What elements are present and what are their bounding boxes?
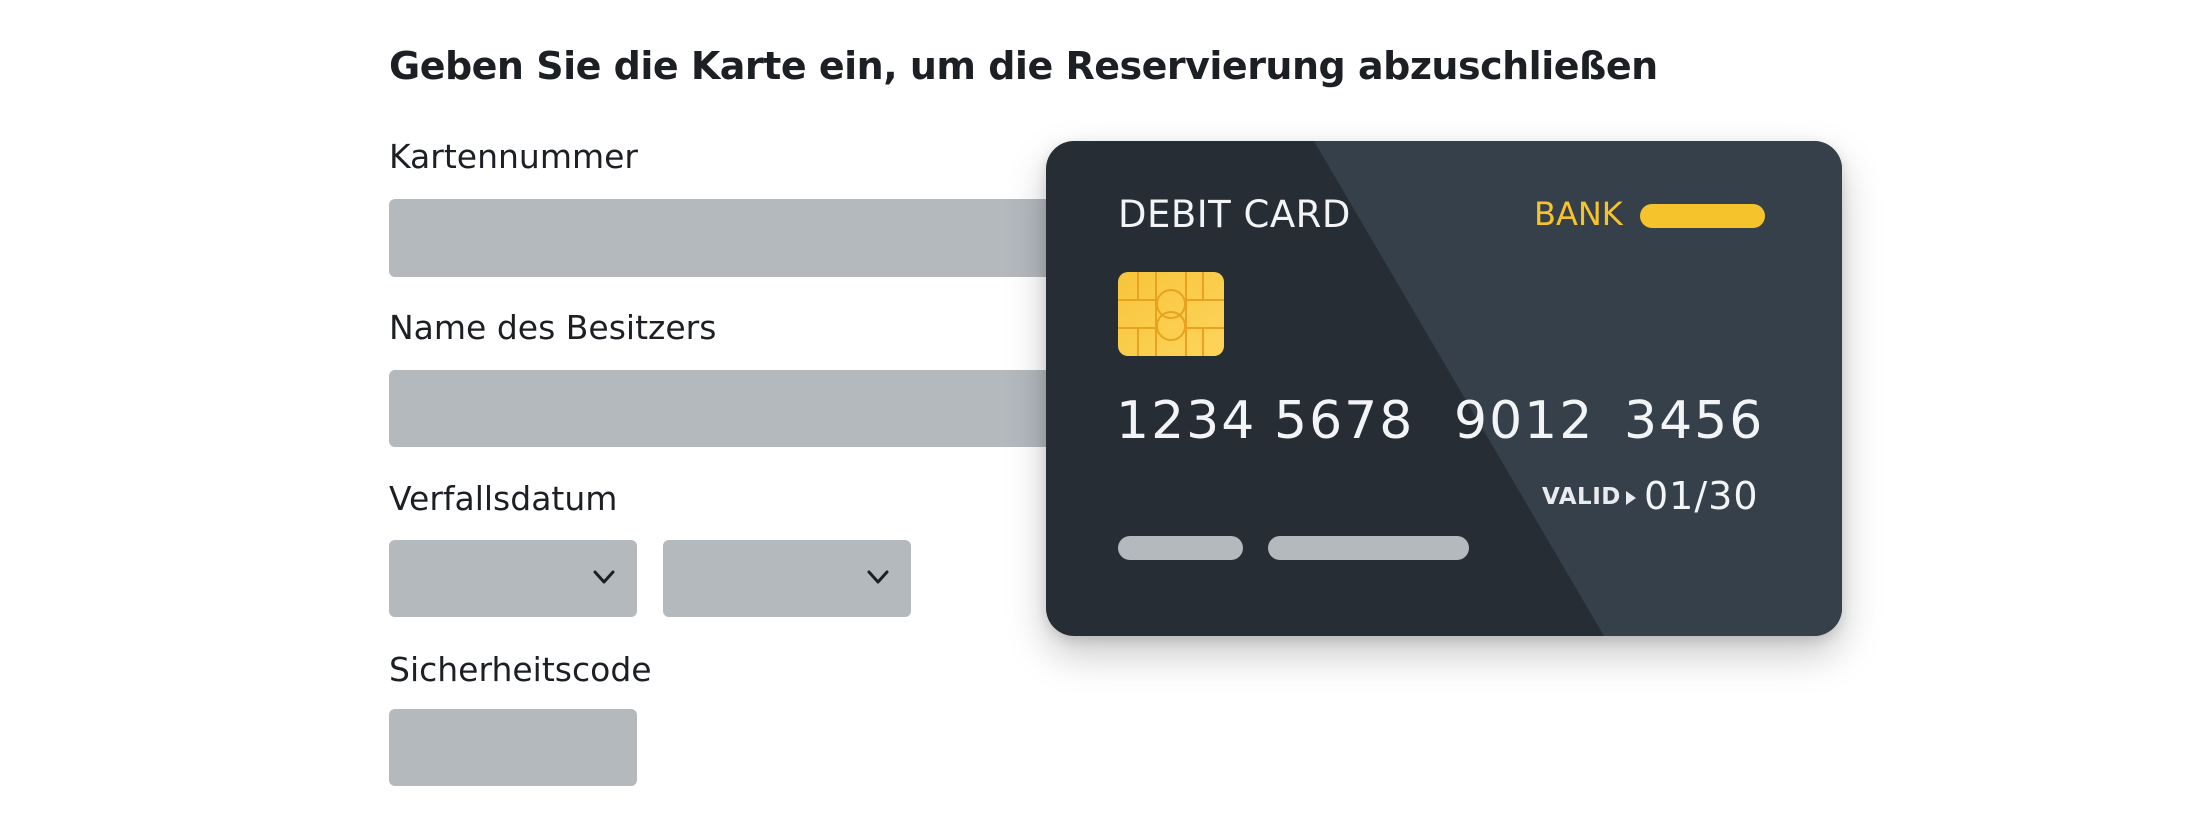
chip-icon — [1118, 272, 1224, 356]
valid-label: VALID — [1542, 484, 1621, 510]
card-number-group-4: 3456 — [1624, 391, 1765, 451]
card-number-input[interactable] — [389, 199, 1149, 277]
expiry-month-select[interactable] — [389, 540, 637, 617]
expiry-label: Verfallsdatum — [389, 479, 618, 518]
card-number-group-2: 5678 — [1274, 391, 1415, 451]
valid-date: 01/30 — [1644, 474, 1759, 518]
expiry-year-select[interactable] — [663, 540, 911, 617]
card-placeholder-line-long — [1268, 536, 1469, 560]
card-number-label: Kartennummer — [389, 137, 638, 176]
card-number-group-3: 9012 — [1454, 391, 1595, 451]
debit-card-illustration: DEBIT CARD BANK 1234 5678 9012 3456 VALI… — [1046, 141, 1842, 636]
card-placeholder-line-short — [1118, 536, 1243, 560]
owner-name-input[interactable] — [389, 370, 1149, 447]
owner-name-label: Name des Besitzers — [389, 308, 717, 347]
chevron-down-icon — [593, 570, 615, 584]
arrow-right-icon — [1626, 491, 1636, 505]
card-type-label: DEBIT CARD — [1118, 193, 1351, 236]
chevron-down-icon — [867, 570, 889, 584]
page-title: Geben Sie die Karte ein, um die Reservie… — [389, 44, 1658, 88]
bank-logo-bar — [1640, 204, 1765, 228]
security-code-label: Sicherheitscode — [389, 650, 652, 689]
card-number-group-1: 1234 — [1116, 391, 1257, 451]
payment-page: Geben Sie die Karte ein, um die Reservie… — [0, 0, 2200, 834]
bank-label: BANK — [1534, 195, 1623, 233]
security-code-input[interactable] — [389, 709, 637, 786]
